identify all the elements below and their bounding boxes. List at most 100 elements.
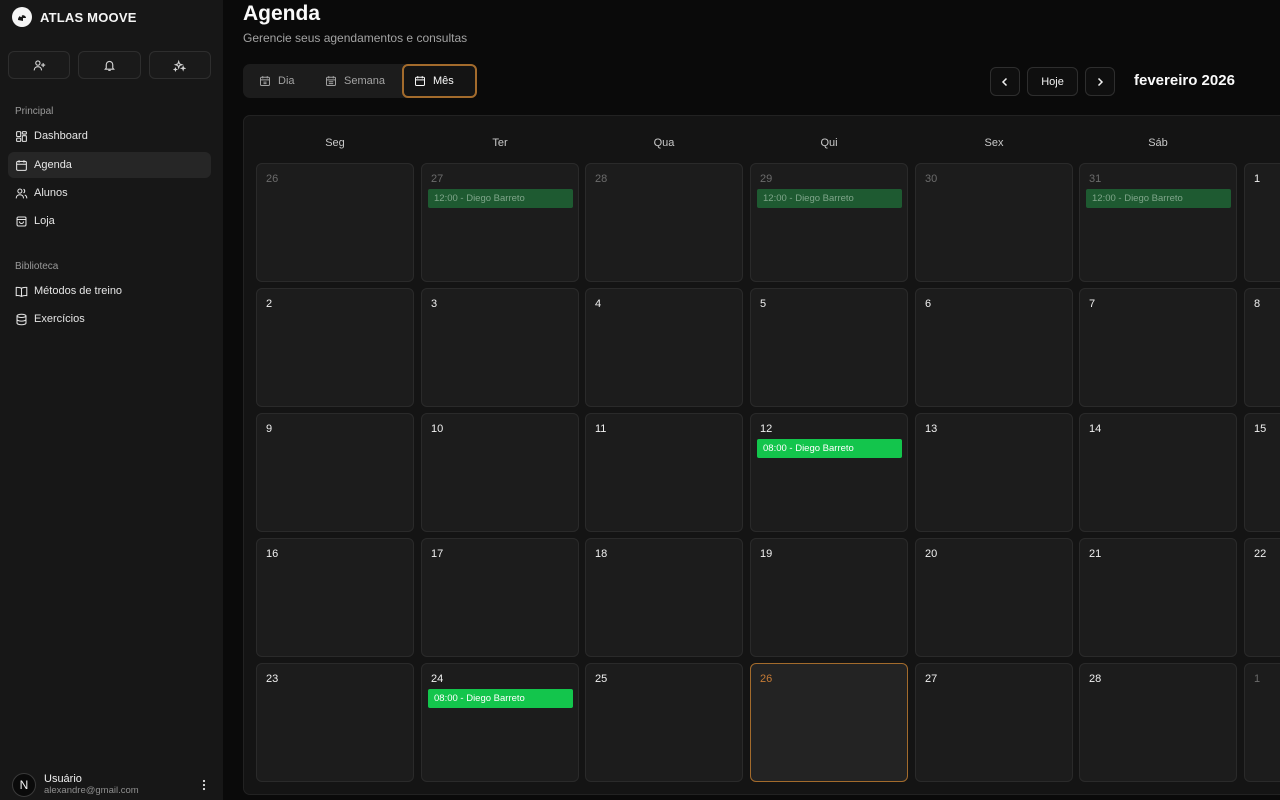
day-number: 19	[760, 548, 773, 560]
day-number: 27	[431, 173, 444, 185]
calendar-event[interactable]: 12:00 - Diego Barreto	[1086, 189, 1231, 208]
database-icon	[16, 313, 27, 325]
weekday-header: Ter	[492, 137, 508, 149]
sidebar: ATLAS MOOVE Principal Dashboard Agenda A…	[0, 0, 223, 800]
calendar-day[interactable]: 17	[421, 538, 579, 657]
calendar-event[interactable]: 12:00 - Diego Barreto	[757, 189, 902, 208]
weekday-header: Qua	[653, 137, 675, 149]
calendar-day[interactable]: 20	[915, 538, 1073, 657]
tab-dia[interactable]: Dia	[249, 66, 305, 96]
next-month-button[interactable]	[1085, 67, 1115, 96]
calendar-day[interactable]: 28	[585, 163, 743, 282]
add-user-button[interactable]	[8, 51, 71, 79]
calendar-day[interactable]: 3	[421, 288, 579, 407]
calendar-day[interactable]: 28	[1079, 663, 1237, 782]
calendar-day[interactable]: 1	[1244, 163, 1280, 282]
ai-assistant-button[interactable]	[148, 51, 211, 79]
section-label-biblioteca: Biblioteca	[15, 261, 59, 272]
tab-semana[interactable]: Semana	[315, 66, 395, 96]
calendar-day[interactable]: 8	[1244, 288, 1280, 407]
calendar-day[interactable]: 9	[256, 413, 414, 532]
calendar-event[interactable]: 12:00 - Diego Barreto	[428, 189, 573, 208]
calendar-day[interactable]: 13	[915, 413, 1073, 532]
brand-logo-icon	[12, 7, 32, 27]
calendar-day[interactable]: 18	[585, 538, 743, 657]
previous-month-button[interactable]	[990, 67, 1020, 96]
calendar-day[interactable]: 21	[1079, 538, 1237, 657]
user-profile[interactable]: N Usuário alexandre@gmail.com	[12, 772, 212, 798]
calendar-day[interactable]: 2	[256, 288, 414, 407]
tab-mes[interactable]: Mês	[402, 64, 477, 98]
day-number: 10	[431, 423, 444, 435]
tab-label: Mês	[433, 75, 454, 87]
sidebar-item-label: Agenda	[34, 159, 72, 171]
calendar-day[interactable]: 30	[915, 163, 1073, 282]
calendar-day[interactable]: 12 08:00 - Diego Barreto	[750, 413, 908, 532]
calendar-day[interactable]: 15	[1244, 413, 1280, 532]
calendar-day[interactable]: 29 12:00 - Diego Barreto	[750, 163, 908, 282]
calendar-day[interactable]: 27	[915, 663, 1073, 782]
user-menu-button[interactable]	[196, 776, 212, 794]
calendar-day[interactable]: 14	[1079, 413, 1237, 532]
user-email: alexandre@gmail.com	[44, 784, 139, 796]
day-number: 28	[595, 173, 608, 185]
weekday-header: Sáb	[1148, 137, 1168, 149]
page-subtitle: Gerencie seus agendamentos e consultas	[243, 31, 468, 45]
calendar-day[interactable]: 23	[256, 663, 414, 782]
day-number: 12	[760, 423, 773, 435]
bell-icon	[104, 60, 115, 71]
brand[interactable]: ATLAS MOOVE	[12, 6, 137, 28]
more-vertical-icon	[202, 779, 206, 791]
calendar-icon	[415, 76, 425, 86]
sidebar-item-dashboard[interactable]: Dashboard	[8, 123, 211, 149]
calendar-day[interactable]: 5	[750, 288, 908, 407]
weekday-header: Seg	[325, 137, 345, 149]
calendar-day[interactable]: 19	[750, 538, 908, 657]
view-tabs: Dia Semana Mês	[243, 64, 477, 98]
sidebar-item-label: Dashboard	[34, 130, 88, 142]
calendar-day[interactable]: 7	[1079, 288, 1237, 407]
calendar-day[interactable]: 4	[585, 288, 743, 407]
calendar-day[interactable]: 25	[585, 663, 743, 782]
calendar-event[interactable]: 08:00 - Diego Barreto	[428, 689, 573, 708]
calendar-icon	[16, 159, 27, 171]
dashboard-icon	[16, 130, 27, 142]
day-number: 1	[1254, 673, 1261, 685]
sidebar-item-agenda[interactable]: Agenda	[8, 152, 211, 178]
day-number: 20	[925, 548, 938, 560]
calendar-week-icon	[326, 76, 336, 86]
calendar-day[interactable]: 26	[256, 163, 414, 282]
day-number: 14	[1089, 423, 1102, 435]
tab-label: Dia	[278, 75, 295, 87]
day-number: 7	[1089, 298, 1096, 310]
calendar-day[interactable]: 22	[1244, 538, 1280, 657]
calendar-day[interactable]: 1	[1244, 663, 1280, 782]
sidebar-item-loja[interactable]: Loja	[8, 208, 211, 234]
day-number: 3	[431, 298, 438, 310]
calendar-day[interactable]: 6	[915, 288, 1073, 407]
chevron-left-icon	[1001, 77, 1008, 86]
shopping-bag-icon	[16, 216, 27, 226]
calendar-day[interactable]: 11	[585, 413, 743, 532]
day-number: 16	[266, 548, 279, 560]
day-number: 28	[1089, 673, 1102, 685]
current-month-label: fevereiro 2026	[1134, 72, 1235, 89]
sidebar-item-metodos-de-treino[interactable]: Métodos de treino	[8, 278, 211, 304]
day-number: 31	[1089, 173, 1102, 185]
sidebar-item-exercicios[interactable]: Exercícios	[8, 306, 211, 332]
calendar-day[interactable]: 24 08:00 - Diego Barreto	[421, 663, 579, 782]
calendar-event[interactable]: 08:00 - Diego Barreto	[757, 439, 902, 458]
user-plus-icon	[33, 59, 45, 70]
calendar-day[interactable]: 10	[421, 413, 579, 532]
sidebar-item-alunos[interactable]: Alunos	[8, 180, 211, 206]
calendar-day[interactable]: 16	[256, 538, 414, 657]
today-button[interactable]: Hoje	[1027, 67, 1078, 96]
day-number: 23	[266, 673, 279, 685]
day-number: 5	[760, 298, 767, 310]
day-number: 8	[1254, 298, 1261, 310]
day-number: 24	[431, 673, 444, 685]
notifications-button[interactable]	[78, 51, 141, 79]
calendar-day[interactable]: 31 12:00 - Diego Barreto	[1079, 163, 1237, 282]
calendar-day-today[interactable]: 26	[750, 663, 908, 782]
calendar-day[interactable]: 27 12:00 - Diego Barreto	[421, 163, 579, 282]
